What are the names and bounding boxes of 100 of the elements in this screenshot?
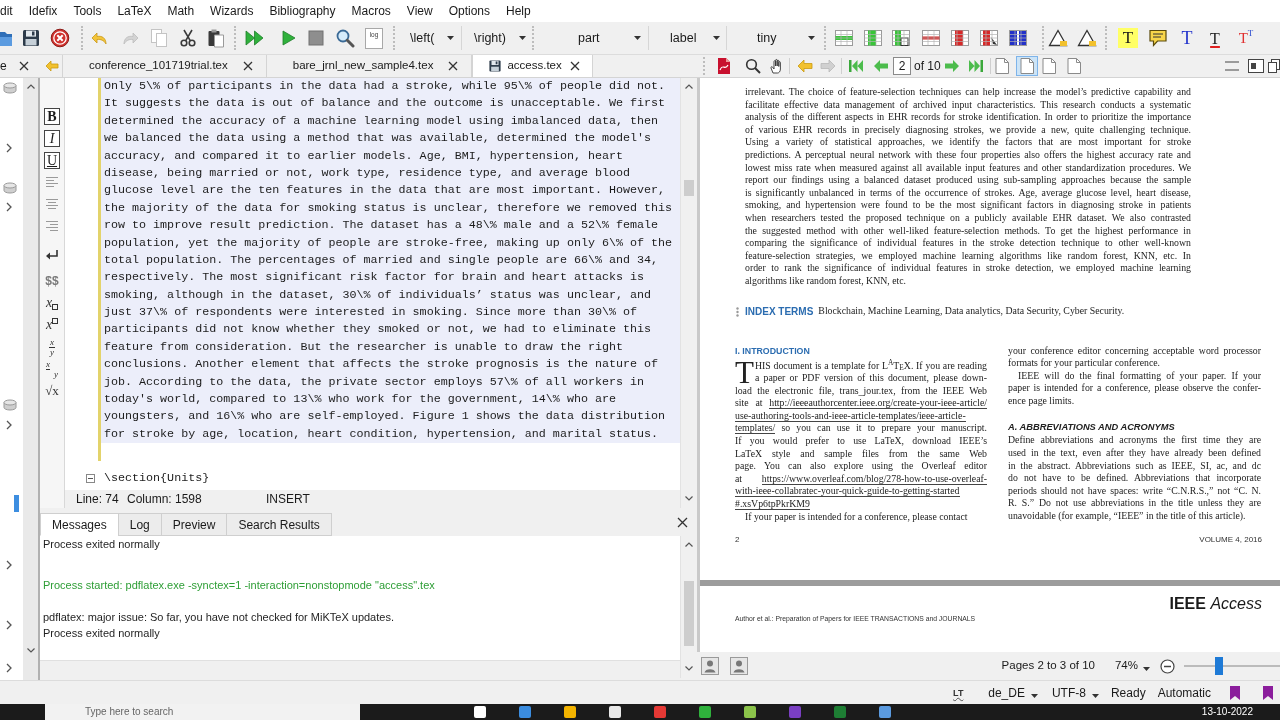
app-icon[interactable] [699,706,711,718]
tab[interactable]: access.tex [472,55,593,77]
scrollbar-thumb[interactable] [684,180,694,196]
square-root-button[interactable]: √x [45,383,59,399]
delimiter-dropdown[interactable]: \right) [461,26,530,50]
align-left-icon[interactable] [46,176,58,188]
triangle-icon[interactable] [1077,28,1097,48]
search-icon[interactable] [745,58,761,74]
scroll-down-icon[interactable] [26,648,35,653]
close-icon[interactable] [677,516,688,528]
align-right-icon[interactable] [46,220,58,232]
skip-forward-icon[interactable] [967,58,984,74]
close-icon[interactable] [18,61,29,71]
highlight-button[interactable]: T [1118,28,1138,48]
table-icon[interactable] [979,28,999,48]
menu-item[interactable]: dit [0,0,13,22]
scrollbar-thumb[interactable] [684,581,694,646]
page-number-field[interactable]: 2 [893,57,911,75]
link[interactable]: with-ieee-collabratec-your-quick-guide-to-getting-started [735,485,960,498]
link[interactable]: https://www.overleaf.com/blog/278-how-to-use-overleaf- [761,472,987,485]
windows-icon[interactable] [1268,59,1280,73]
app-icon[interactable] [879,706,891,718]
scroll-down-icon[interactable] [685,666,693,671]
app-icon[interactable] [474,706,486,718]
zoom-dropdown[interactable]: 74% [1114,657,1150,675]
tab[interactable]: Log [117,513,162,536]
menu-item[interactable]: Tools [73,0,102,22]
tab[interactable]: Messages [40,513,119,536]
return-arrow-icon[interactable] [45,249,59,261]
subscript-button[interactable]: x [45,295,59,311]
menu-item[interactable]: Wizards [210,0,254,22]
menu-item[interactable]: Macros [351,0,391,22]
tab[interactable]: Search Results [226,513,332,536]
app-icon[interactable] [609,706,621,718]
font-size-dropdown[interactable]: tiny [726,26,820,50]
link[interactable]: #.xsVp6tpPkrKM9 [735,498,810,511]
chevron-right-icon[interactable] [6,663,12,673]
table-icon[interactable] [921,28,941,48]
person-icon[interactable] [730,657,748,675]
menu-item[interactable]: Idefix [28,0,58,22]
close-icon[interactable] [242,61,253,71]
fold-icon[interactable] [86,473,95,483]
chevron-right-icon[interactable] [6,420,12,430]
comment-icon[interactable] [1148,28,1168,48]
reference-dropdown[interactable]: label [648,26,726,50]
clipboard-icon[interactable] [206,28,226,48]
chevron-right-icon[interactable] [6,202,12,212]
tab[interactable]: e [0,55,36,77]
chevron-right-icon[interactable] [6,620,12,630]
menu-item[interactable]: Math [167,0,195,22]
double-play-icon[interactable] [245,28,265,48]
close-icon[interactable] [50,28,70,48]
scroll-up-icon[interactable] [685,542,693,547]
app-icon[interactable] [564,706,576,718]
menu-item[interactable]: LaTeX [117,0,152,22]
menu-item[interactable]: Options [448,0,490,22]
close-icon[interactable] [448,61,459,71]
scroll-up-icon[interactable] [685,84,693,89]
scroll-down-icon[interactable] [685,496,693,501]
slanted-fraction-button[interactable]: x y [46,359,58,379]
search-field[interactable]: Type here to search [45,704,360,720]
hand-icon[interactable] [768,58,784,74]
magnifier-icon[interactable] [335,28,355,48]
app-icon[interactable] [654,706,666,718]
strikeout-button[interactable]: T [1205,28,1225,48]
link[interactable]: templates/ [735,422,776,435]
folder-icon[interactable] [0,29,12,47]
table-icon[interactable] [891,28,911,48]
app-icon[interactable] [834,706,846,718]
view-mode-button[interactable] [1015,56,1038,76]
scroll-up-icon[interactable] [26,84,35,89]
delimiter-dropdown[interactable]: \left( [400,26,461,50]
sectioning-dropdown[interactable]: part [534,26,648,50]
align-center-icon[interactable] [46,198,58,210]
bold-button[interactable]: B [44,107,60,125]
stop-icon[interactable] [306,28,326,48]
app-icon[interactable] [519,706,531,718]
menu-item[interactable]: View [406,0,433,22]
table-icon[interactable] [950,28,970,48]
triangle-icon[interactable] [1048,28,1068,48]
link[interactable]: use-authoring-tools-and-ieee-article-templates/ieee-article- [735,409,966,422]
underline-button[interactable]: U [44,151,60,169]
zoom-out-icon[interactable] [1160,658,1175,674]
slider-thumb[interactable] [1214,657,1223,675]
bookmark-icon[interactable] [1228,684,1242,701]
table-icon[interactable] [1008,28,1028,48]
pdf-document-icon[interactable] [716,57,732,75]
chevron-right-icon[interactable] [6,143,12,153]
skip-back-icon[interactable] [848,58,864,74]
math-button[interactable]: $$ [45,274,59,288]
bookmark-icon[interactable] [1261,684,1275,701]
tab[interactable]: Preview [160,513,228,536]
text-button[interactable]: T [1177,28,1197,48]
encoding-dropdown[interactable]: UTF-8 [1051,683,1099,702]
superscript-button[interactable]: x [45,317,59,333]
chevron-right-icon[interactable] [6,560,12,570]
app-icon[interactable] [744,706,756,718]
grammar-check-button[interactable]: LT [949,683,968,702]
scissors-icon[interactable] [178,28,198,48]
window-icon[interactable] [1248,59,1264,73]
